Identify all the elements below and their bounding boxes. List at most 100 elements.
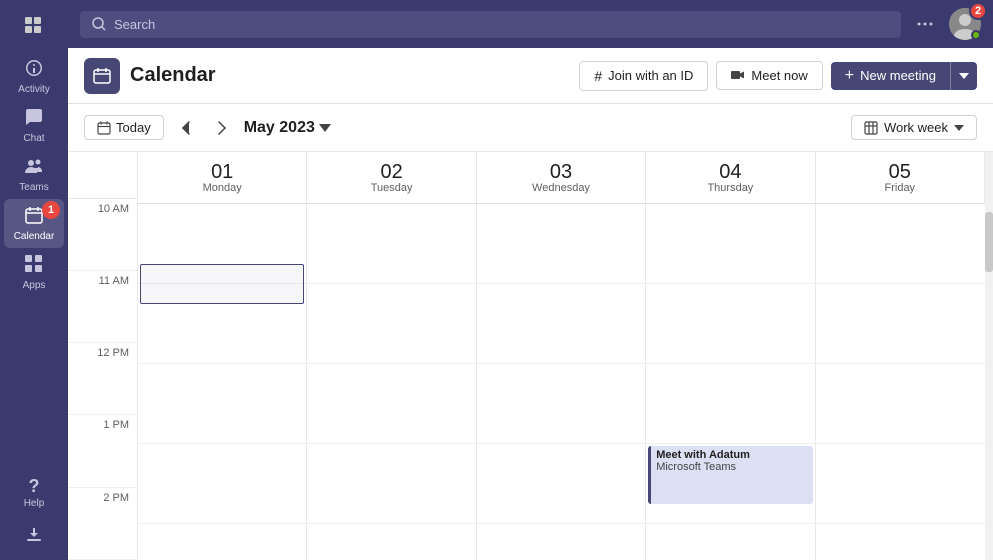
sidebar-item-label-chat: Chat xyxy=(23,133,44,144)
sidebar-item-label-teams: Teams xyxy=(19,182,48,193)
today-icon xyxy=(97,121,111,135)
work-week-button[interactable]: Work week xyxy=(851,115,977,140)
time-slot-1pm: 1 PM xyxy=(68,415,137,487)
help-icon: ? xyxy=(29,477,40,495)
search-box[interactable]: Search xyxy=(80,11,901,38)
calendar-app-icon xyxy=(84,58,120,94)
calendar-badge: 1 xyxy=(42,201,60,219)
calendar-title-area: Calendar xyxy=(84,58,567,94)
day-col-thu[interactable]: Meet with Adatum Microsoft Teams xyxy=(646,204,815,560)
sidebar-item-label-calendar: Calendar xyxy=(14,231,55,242)
hash-icon: # xyxy=(594,68,602,84)
plus-icon: + xyxy=(845,68,854,84)
day-header-thu: 04 Thursday xyxy=(646,152,815,203)
apps-grid-icon[interactable] xyxy=(16,8,52,44)
caret-down-icon xyxy=(959,73,969,79)
new-meeting-caret[interactable] xyxy=(950,62,977,90)
day-col-fri[interactable] xyxy=(816,204,985,560)
sidebar-item-label-apps: Apps xyxy=(23,280,46,291)
hour-12pm-mon[interactable] xyxy=(138,364,306,444)
days-body: Meet with Adatum Microsoft Teams xyxy=(138,204,985,560)
sidebar-item-apps[interactable]: Apps xyxy=(4,248,64,297)
time-slot-12pm: 12 PM xyxy=(68,343,137,415)
join-id-label: Join with an ID xyxy=(608,68,693,83)
chevron-down-icon xyxy=(319,124,331,132)
chevron-left-icon xyxy=(181,121,191,135)
time-slot-11am: 11 AM xyxy=(68,271,137,343)
teams-icon xyxy=(24,156,44,179)
time-selection[interactable] xyxy=(140,264,304,304)
meet-now-button[interactable]: Meet now xyxy=(716,61,822,90)
ellipsis-icon xyxy=(917,22,933,26)
day-header-mon: 01 Monday xyxy=(138,152,307,203)
search-icon xyxy=(92,17,106,31)
user-avatar[interactable]: 2 xyxy=(949,8,981,40)
days-area: 01 Monday 02 Tuesday 03 Wednesday 04 Thu… xyxy=(138,152,985,560)
page-title: Calendar xyxy=(130,64,216,87)
chat-icon xyxy=(24,107,44,130)
time-slot-2pm: 2 PM xyxy=(68,488,137,560)
video-camera-icon xyxy=(731,70,745,80)
today-button[interactable]: Today xyxy=(84,115,164,140)
topbar: Search 2 xyxy=(68,0,993,48)
month-year-text: May 2023 xyxy=(244,119,315,137)
time-slot-10am: 10 AM xyxy=(68,199,137,271)
sidebar: Activity Chat Teams xyxy=(0,0,68,560)
work-week-label: Work week xyxy=(884,120,948,135)
view-selector: Work week xyxy=(851,115,977,140)
calendar-navigation: Today May 2023 xyxy=(68,104,993,152)
search-placeholder: Search xyxy=(114,17,155,32)
calendar-icon xyxy=(24,205,44,228)
prev-week-button[interactable] xyxy=(172,114,200,142)
event-meet-adatum[interactable]: Meet with Adatum Microsoft Teams xyxy=(648,446,812,504)
new-meeting-button[interactable]: + New meeting xyxy=(831,62,950,90)
month-year-label[interactable]: May 2023 xyxy=(244,119,331,137)
day-col-wed[interactable] xyxy=(477,204,646,560)
day-col-tue[interactable] xyxy=(307,204,476,560)
day-col-mon[interactable] xyxy=(138,204,307,560)
more-options-button[interactable] xyxy=(909,8,941,40)
sidebar-item-label-activity: Activity xyxy=(18,84,50,95)
chevron-right-icon xyxy=(217,121,227,135)
hour-11am-mon[interactable] xyxy=(138,284,306,364)
sidebar-item-activity[interactable]: Activity xyxy=(4,52,64,101)
meet-now-label: Meet now xyxy=(751,68,807,83)
join-with-id-button[interactable]: # Join with an ID xyxy=(579,61,708,91)
sidebar-item-calendar[interactable]: Calendar 1 xyxy=(4,199,64,248)
apps-icon xyxy=(24,254,44,277)
sidebar-item-download[interactable] xyxy=(4,519,64,552)
event-title: Meet with Adatum xyxy=(656,449,807,461)
scrollbar-thumb[interactable] xyxy=(985,212,993,272)
sidebar-bottom: ? Help xyxy=(4,471,64,560)
sidebar-item-label-help: Help xyxy=(24,498,45,509)
work-week-icon xyxy=(864,121,878,135)
day-header-fri: 05 Friday xyxy=(816,152,985,203)
calendar-action-buttons: # Join with an ID Meet now + New meeting xyxy=(579,61,977,91)
event-subtitle: Microsoft Teams xyxy=(656,461,807,473)
sidebar-item-teams[interactable]: Teams xyxy=(4,150,64,199)
calendar-grid: 10 AM 11 AM 12 PM 1 PM 2 PM 01 Monday xyxy=(68,152,993,560)
main-content: Search 2 xyxy=(68,0,993,560)
user-status-indicator xyxy=(971,30,981,40)
time-column: 10 AM 11 AM 12 PM 1 PM 2 PM xyxy=(68,152,138,560)
day-header-tue: 02 Tuesday xyxy=(307,152,476,203)
sidebar-item-help[interactable]: ? Help xyxy=(4,471,64,515)
new-meeting-label: New meeting xyxy=(860,68,936,83)
hour-1pm-mon[interactable] xyxy=(138,444,306,524)
scrollbar[interactable] xyxy=(985,152,993,560)
video-icon xyxy=(731,68,745,83)
day-header-wed: 03 Wednesday xyxy=(477,152,646,203)
hour-2pm-mon[interactable] xyxy=(138,524,306,560)
calendar-header: Calendar # Join with an ID Meet now + xyxy=(68,48,993,104)
download-icon xyxy=(25,525,43,546)
work-week-caret-icon xyxy=(954,125,964,131)
notification-badge: 2 xyxy=(969,2,987,20)
today-label: Today xyxy=(116,120,151,135)
topbar-actions: 2 xyxy=(909,8,981,40)
activity-icon xyxy=(24,58,44,81)
sidebar-item-chat[interactable]: Chat xyxy=(4,101,64,150)
new-meeting-group: + New meeting xyxy=(831,62,977,90)
next-week-button[interactable] xyxy=(208,114,236,142)
time-header-spacer xyxy=(68,152,137,199)
days-header: 01 Monday 02 Tuesday 03 Wednesday 04 Thu… xyxy=(138,152,985,204)
